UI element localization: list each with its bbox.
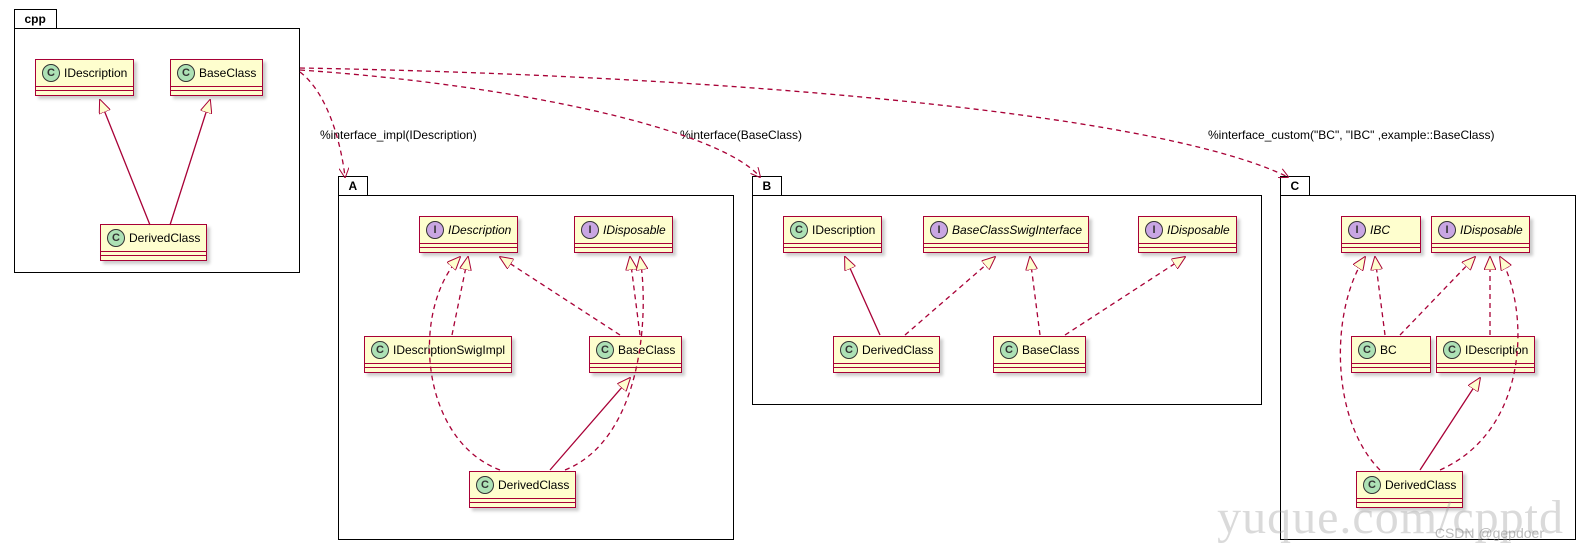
class-name-label: BaseClass <box>199 66 256 80</box>
package-b-tab: B <box>752 176 783 195</box>
package-c: C IIBC IIDisposable CBC CIDescription CD… <box>1280 195 1576 540</box>
class-b-idisposable: I IDisposable <box>1138 216 1237 253</box>
class-name-label: IDisposable <box>603 223 666 237</box>
class-name-label: IDisposable <box>1167 223 1230 237</box>
class-cpp-idescription: C IDescription <box>35 59 134 96</box>
class-stereo-icon: C <box>1443 341 1461 359</box>
class-stereo-icon: C <box>1000 341 1018 359</box>
class-name-label: BaseClass <box>618 343 675 357</box>
edge-cpp-to-c <box>300 68 1288 177</box>
edge-label-interface-impl: %interface_impl(IDescription) <box>320 128 477 142</box>
class-c-idescription: C IDescription <box>1436 336 1535 373</box>
class-a-derivedclass: C DerivedClass <box>469 471 576 508</box>
interface-stereo-icon: I <box>1438 221 1456 239</box>
class-name-label: IDescriptionSwigImpl <box>393 343 505 357</box>
package-a-label: A <box>349 179 358 193</box>
watermark-csdn: CSDN @gepdoer <box>1435 525 1544 541</box>
package-c-label: C <box>1291 179 1300 193</box>
class-a-baseclass: C BaseClass <box>589 336 682 373</box>
package-cpp-label: cpp <box>25 12 46 26</box>
class-name-label: DerivedClass <box>129 231 200 245</box>
interface-stereo-icon: I <box>426 221 444 239</box>
edge-label-interface-custom: %interface_custom("BC", "IBC" ,example::… <box>1208 128 1494 142</box>
class-b-baseclass: C BaseClass <box>993 336 1086 373</box>
class-cpp-derivedclass: C DerivedClass <box>100 224 207 261</box>
package-cpp: cpp CIDescription CBaseClass CDerivedCla… <box>14 28 300 273</box>
class-name-label: DerivedClass <box>862 343 933 357</box>
class-stereo-icon: C <box>42 64 60 82</box>
class-name-label: IBC <box>1370 223 1390 237</box>
class-stereo-icon: C <box>107 229 125 247</box>
interface-stereo-icon: I <box>1348 221 1366 239</box>
class-a-idescswigimpl: C IDescriptionSwigImpl <box>364 336 512 373</box>
class-b-baseclassswiginterface: I BaseClassSwigInterface <box>923 216 1089 253</box>
class-b-idescription: C IDescription <box>783 216 882 253</box>
class-c-bc: C BC <box>1351 336 1431 373</box>
package-b: B CIDescription IBaseClassSwigInterface … <box>752 195 1262 405</box>
package-b-label: B <box>763 179 772 193</box>
class-name-label: IDescription <box>812 223 875 237</box>
class-stereo-icon: C <box>476 476 494 494</box>
class-name-label: IDescription <box>448 223 511 237</box>
interface-stereo-icon: I <box>930 221 948 239</box>
class-name-label: DerivedClass <box>498 478 569 492</box>
class-c-idisposable: I IDisposable <box>1431 216 1530 253</box>
class-name-label: IDescription <box>1465 343 1528 357</box>
edge-label-interface: %interface(BaseClass) <box>680 128 802 142</box>
class-stereo-icon: C <box>177 64 195 82</box>
class-name-label: BaseClass <box>1022 343 1079 357</box>
class-cpp-baseclass: C BaseClass <box>170 59 263 96</box>
class-b-derivedclass: C DerivedClass <box>833 336 940 373</box>
interface-stereo-icon: I <box>1145 221 1163 239</box>
class-a-idisposable: I IDisposable <box>574 216 673 253</box>
class-a-idescription: I IDescription <box>419 216 518 253</box>
edge-cpp-to-b <box>300 70 760 177</box>
interface-stereo-icon: I <box>581 221 599 239</box>
class-stereo-icon: C <box>371 341 389 359</box>
package-a-tab: A <box>338 176 369 195</box>
class-c-ibc: I IBC <box>1341 216 1421 253</box>
package-a: A IIDescription IIDisposable CIDescripti… <box>338 195 734 540</box>
class-stereo-icon: C <box>840 341 858 359</box>
package-c-tab: C <box>1280 176 1311 195</box>
edge-cpp-to-a <box>300 72 345 177</box>
class-stereo-icon: C <box>596 341 614 359</box>
class-stereo-icon: C <box>790 221 808 239</box>
class-name-label: BaseClassSwigInterface <box>952 223 1082 237</box>
class-name-label: IDisposable <box>1460 223 1523 237</box>
class-stereo-icon: C <box>1358 341 1376 359</box>
class-name-label: BC <box>1380 343 1397 357</box>
package-cpp-tab: cpp <box>14 9 57 28</box>
class-name-label: IDescription <box>64 66 127 80</box>
